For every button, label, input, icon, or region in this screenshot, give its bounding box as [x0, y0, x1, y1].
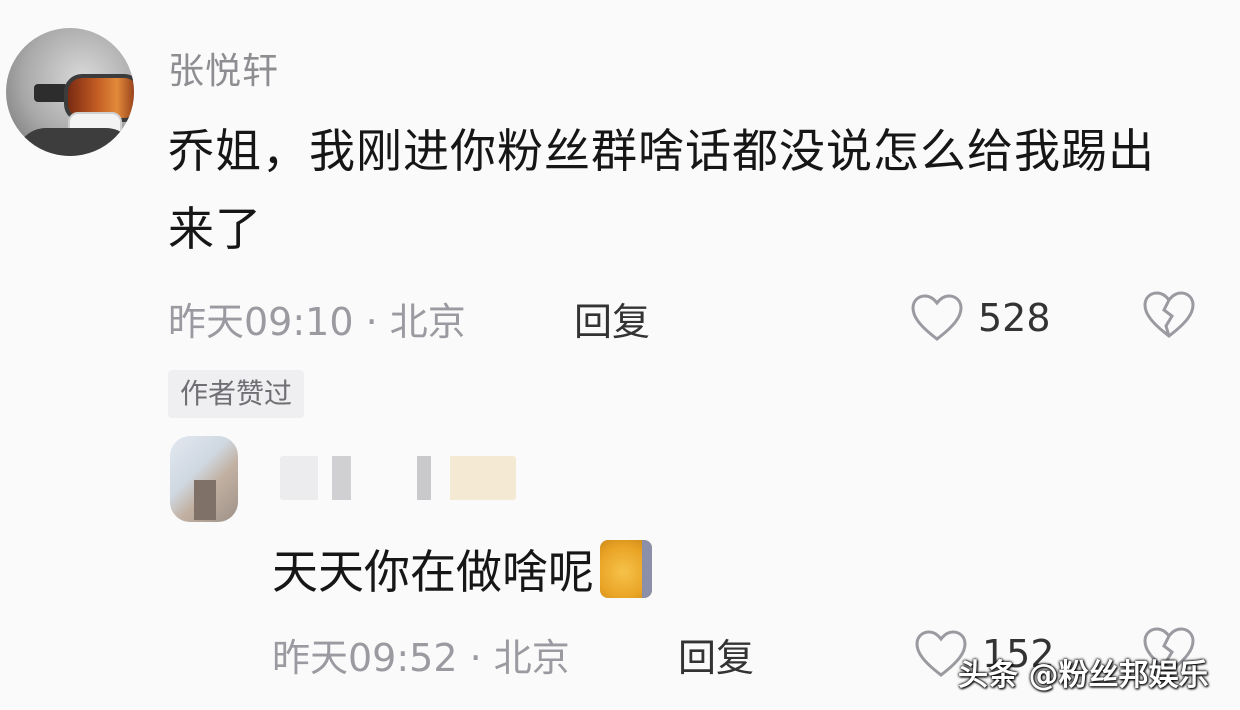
reply-avatar[interactable]: [170, 436, 238, 522]
reply-time-location: 昨天09:52 · 北京: [272, 635, 570, 680]
reply-username-blurred[interactable]: [280, 456, 516, 500]
author-liked-tag: 作者赞过: [168, 370, 305, 418]
watermark: 头条 @粉丝邦娱乐: [958, 658, 1209, 693]
reply-reply-button[interactable]: 回复: [678, 626, 754, 682]
cat-emoji-icon: [600, 540, 652, 598]
comment-username[interactable]: 张悦轩: [168, 42, 279, 94]
comment-text: 乔姐，我刚进你粉丝群啥话都没说怎么给我踢出来了: [168, 124, 1155, 256]
comment-time-location: 昨天09:10 · 北京: [168, 299, 466, 344]
reply-text-row: 天天你在做啥呢: [272, 536, 652, 602]
heart-icon: [911, 294, 963, 341]
broken-heart-icon[interactable]: [1142, 290, 1196, 340]
reply-text: 天天你在做啥呢: [272, 545, 594, 599]
like-count: 528: [978, 296, 1051, 340]
avatar-strap: [34, 84, 68, 102]
avatar-body: [16, 128, 134, 156]
like-button[interactable]: 528: [910, 288, 1051, 348]
avatar[interactable]: [6, 28, 134, 156]
reply-button[interactable]: 回复: [574, 290, 650, 346]
